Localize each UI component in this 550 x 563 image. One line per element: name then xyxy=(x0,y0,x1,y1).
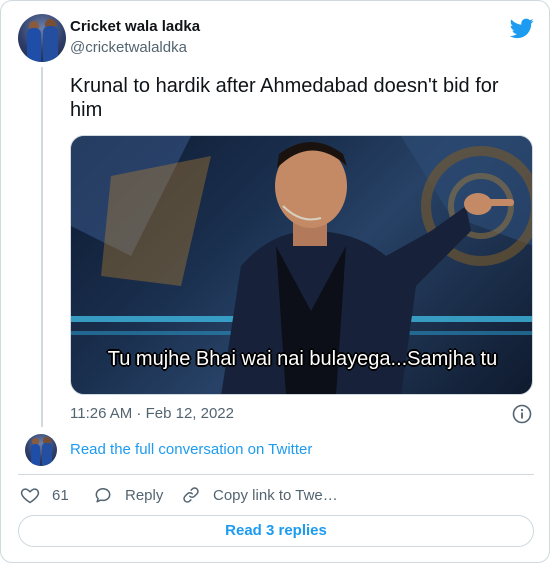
read-replies-button[interactable]: Read 3 replies xyxy=(18,515,534,547)
copy-link-button[interactable]: Copy link to Twe… xyxy=(181,485,338,505)
copy-link-label: Copy link to Twe… xyxy=(213,486,338,504)
twitter-bird-icon[interactable] xyxy=(510,16,534,40)
reply-label: Reply xyxy=(125,486,164,504)
author-handle[interactable]: @cricketwalaldka xyxy=(70,39,187,56)
media-caption: Tu mujhe Bhai wai nai bulayega...Samjha … xyxy=(107,348,498,370)
author-name[interactable]: Cricket wala ladka xyxy=(70,18,200,35)
thread-line xyxy=(41,67,43,427)
conversation-avatar[interactable] xyxy=(25,434,57,466)
like-button[interactable]: 61 xyxy=(20,485,69,505)
divider xyxy=(18,474,534,475)
info-icon[interactable] xyxy=(512,404,532,424)
link-icon xyxy=(183,487,199,503)
author-avatar[interactable] xyxy=(18,14,66,62)
like-count: 61 xyxy=(52,486,69,504)
reply-button[interactable]: Reply xyxy=(93,485,163,505)
reply-bubble-icon xyxy=(95,488,111,503)
heart-icon xyxy=(20,488,40,504)
tweet-timestamp[interactable]: 11:26 AM · Feb 12, 2022 xyxy=(70,405,234,422)
tweet-media-image[interactable]: Tu mujhe Bhai wai nai bulayega...Samjha … xyxy=(70,135,533,395)
tweet-text: Krunal to hardik after Ahmedabad doesn't… xyxy=(70,75,499,121)
tweet-card: Cricket wala ladka @cricketwalaldka Krun… xyxy=(0,0,550,563)
read-conversation-link[interactable]: Read the full conversation on Twitter xyxy=(70,441,312,458)
